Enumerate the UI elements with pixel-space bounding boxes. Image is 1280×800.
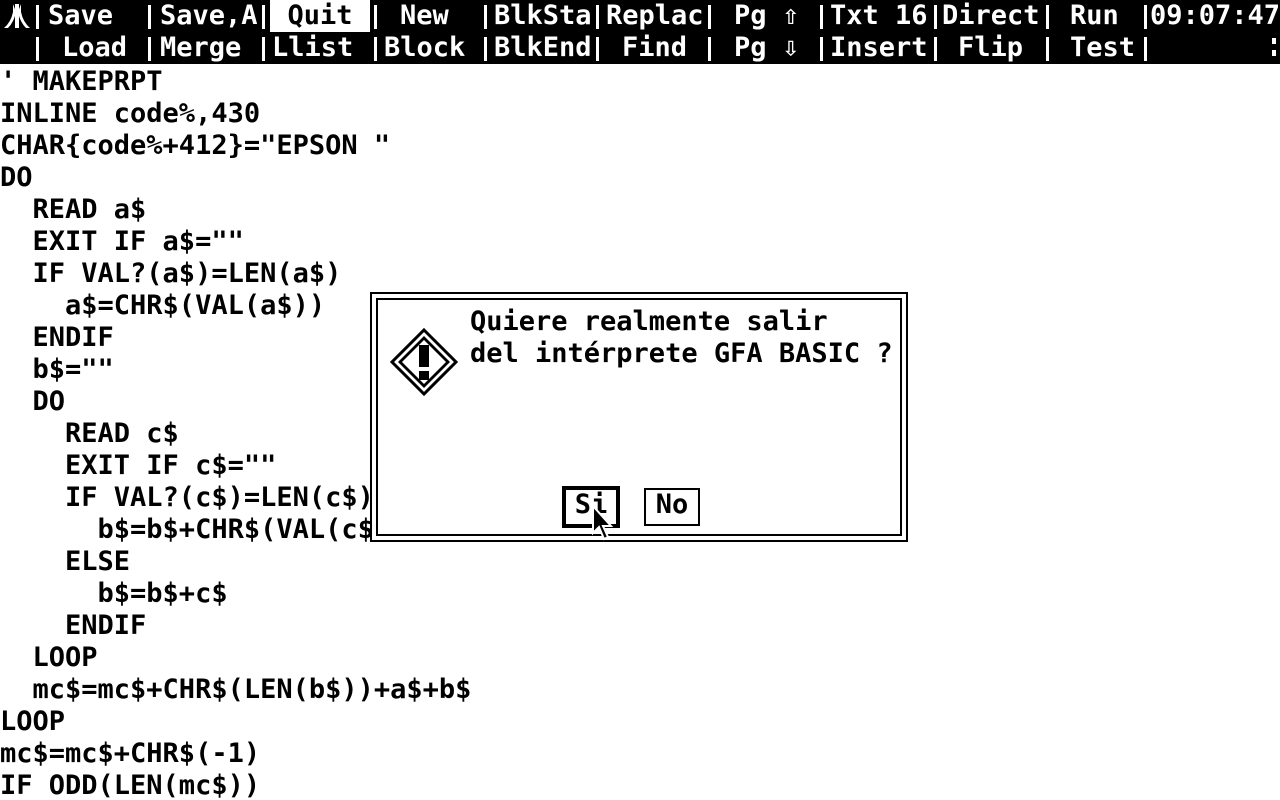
code-line: a$=CHR$(VAL(a$)) (0, 290, 326, 321)
menu-separator (1144, 37, 1147, 61)
code-line: b$=b$+c$ (0, 578, 228, 609)
menu-new-label: New (400, 0, 449, 31)
menu-page-up-label: Pg ⇧ (734, 0, 800, 31)
menu-load-label: Load (62, 32, 128, 63)
exclamation-icon (390, 328, 458, 396)
menu-direct[interactable]: Direct (942, 0, 1042, 32)
code-line: DO (0, 386, 66, 417)
code-line: b$="" (0, 354, 114, 385)
code-line: EXIT IF c$="" (0, 450, 277, 481)
code-line: mc$=mc$+CHR$(LEN(b$))+a$+b$ (0, 674, 472, 705)
scroll-marker (1272, 50, 1276, 56)
menu-separator (262, 37, 265, 61)
menu-txt-16-label: Txt 16 (830, 0, 928, 31)
menu-page-up[interactable]: Pg ⇧ (734, 0, 814, 32)
menu-flip-label: Flip (958, 32, 1024, 63)
menu-txt-16[interactable]: Txt 16 (830, 0, 934, 32)
menu-separator (262, 5, 265, 29)
scroll-marker (1272, 38, 1276, 44)
menu-find-label: Find (622, 32, 688, 63)
mouse-pointer-icon (592, 505, 614, 541)
clock: 09:07:47 (1150, 0, 1280, 32)
code-line: ' MAKEPRPT (0, 66, 163, 97)
menu-separator (708, 5, 711, 29)
menu-block-label: Block (384, 32, 466, 63)
menu-blksta-label: BlkSta (494, 0, 592, 31)
code-line: ENDIF (0, 322, 114, 353)
code-line: READ c$ (0, 418, 179, 449)
dialog-message-line: del intérprete GFA BASIC ? (470, 338, 893, 369)
menu-run-label: Run (1070, 0, 1119, 31)
code-line: CHAR{code%+412}="EPSON " (0, 130, 391, 161)
menu-page-down[interactable]: Pg ⇩ (734, 32, 814, 64)
menu-separator (708, 37, 711, 61)
menu-block[interactable]: Block (384, 32, 484, 64)
code-line: LOOP (0, 642, 98, 673)
menu-replac-label: Replac (606, 0, 704, 31)
menu-insert[interactable]: Insert (830, 32, 934, 64)
code-line: mc$=mc$+CHR$(-1) (0, 738, 261, 769)
menu-merge-label: Merge (160, 32, 242, 63)
menu-row-1: Save Save,A Quit New BlkSta Replac Pg ⇧ … (0, 0, 1280, 32)
menu-merge[interactable]: Merge (160, 32, 260, 64)
menu-separator (36, 37, 39, 61)
dialog-message-line: Quiere realmente salir (470, 306, 828, 337)
menu-separator (484, 5, 487, 29)
code-line: READ a$ (0, 194, 147, 225)
menu-replac[interactable]: Replac (606, 0, 706, 32)
menu-bar: Save Save,A Quit New BlkSta Replac Pg ⇧ … (0, 0, 1280, 64)
menu-row-2: Load Merge Llist Block BlkEnd Find Pg ⇩ … (0, 32, 1280, 64)
code-line: ELSE (0, 546, 131, 577)
menu-separator (148, 5, 151, 29)
menu-separator (934, 5, 937, 29)
menu-run[interactable]: Run (1070, 0, 1140, 32)
menu-separator (374, 5, 377, 29)
clock-label: 09:07:47 (1150, 0, 1280, 31)
menu-new[interactable]: New (400, 0, 480, 32)
code-line: IF ODD(LEN(mc$)) (0, 770, 261, 800)
menu-save-a[interactable]: Save,A (160, 0, 260, 32)
code-line: DO (0, 162, 33, 193)
menu-page-down-label: Pg ⇩ (734, 32, 800, 63)
menu-save[interactable]: Save (48, 0, 148, 32)
menu-separator (820, 37, 823, 61)
menu-separator (36, 5, 39, 29)
menu-test-label: Test (1070, 32, 1136, 63)
menu-separator (484, 37, 487, 61)
code-line: IF VAL?(c$)=LEN(c$) (0, 482, 374, 513)
menu-flip[interactable]: Flip (958, 32, 1038, 64)
code-line: IF VAL?(a$)=LEN(a$) (0, 258, 342, 289)
menu-separator (1046, 5, 1049, 29)
menu-blksta[interactable]: BlkSta (494, 0, 596, 32)
menu-separator (820, 5, 823, 29)
no-button[interactable]: No (644, 488, 700, 526)
menu-test[interactable]: Test (1070, 32, 1140, 64)
menu-separator (1144, 5, 1147, 29)
code-line: INLINE code%,430 (0, 98, 261, 129)
menu-find[interactable]: Find (622, 32, 702, 64)
menu-llist-label: Llist (272, 32, 354, 63)
menu-load[interactable]: Load (62, 32, 146, 64)
menu-blkend-label: BlkEnd (494, 32, 592, 63)
menu-separator (1046, 37, 1049, 61)
menu-insert-label: Insert (830, 32, 928, 63)
menu-llist[interactable]: Llist (272, 32, 372, 64)
menu-separator (596, 37, 599, 61)
menu-save-a-label: Save,A (160, 0, 258, 31)
code-line: ENDIF (0, 610, 147, 641)
menu-save-label: Save (48, 0, 114, 31)
menu-direct-label: Direct (942, 0, 1040, 31)
atari-logo-icon (4, 4, 30, 28)
menu-separator (596, 5, 599, 29)
menu-blkend[interactable]: BlkEnd (494, 32, 596, 64)
menu-separator (934, 37, 937, 61)
code-line: b$=b$+CHR$(VAL(c$ (0, 514, 374, 545)
menu-quit[interactable]: Quit (270, 0, 370, 32)
menu-separator (148, 37, 151, 61)
quit-confirm-dialog: Quiere realmente salir del intérprete GF… (370, 292, 908, 542)
menu-separator (374, 37, 377, 61)
code-line: LOOP (0, 706, 66, 737)
code-line: EXIT IF a$="" (0, 226, 244, 257)
menu-quit-label: Quit (287, 0, 353, 31)
